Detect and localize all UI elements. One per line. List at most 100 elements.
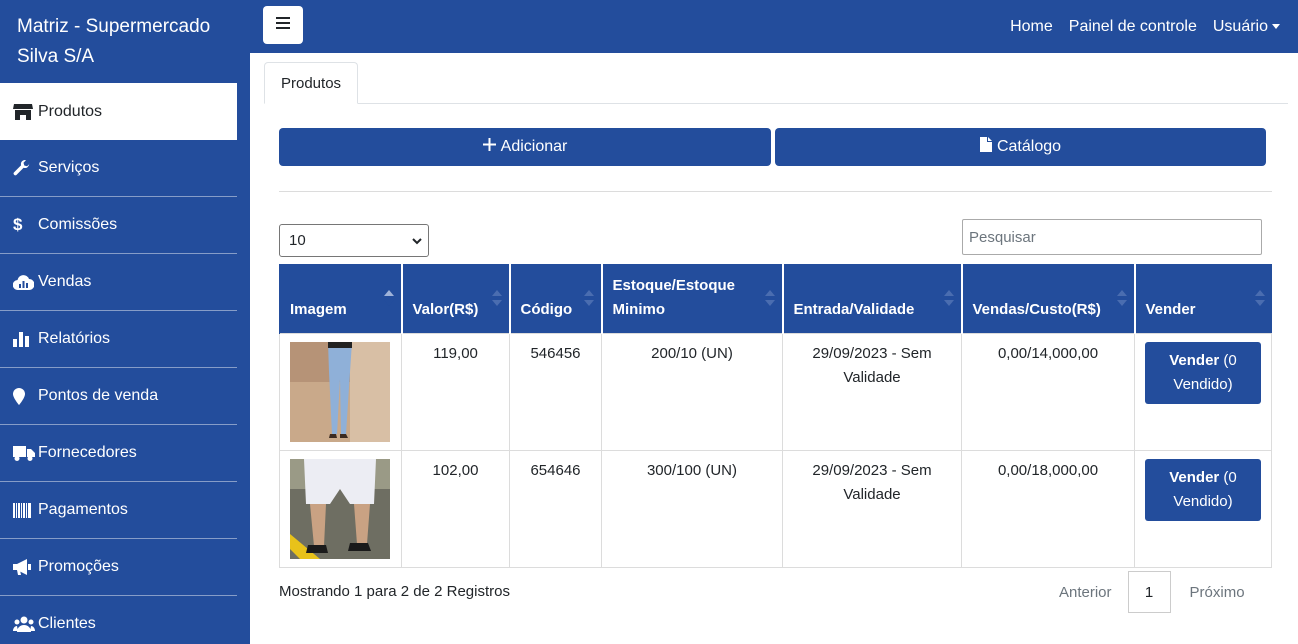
sidebar-item-comissoes[interactable]: $ Comissões [0,197,237,254]
records-info: Mostrando 1 para 2 de 2 Registros [279,583,510,600]
sidebar-item-pontos-de-venda[interactable]: Pontos de venda [0,368,237,425]
sidebar-item-vendas[interactable]: Vendas [0,254,237,311]
sidebar-nav: Produtos Serviços $ Comissões Vendas Rel… [0,83,237,644]
page-size-select[interactable]: 10 [279,224,429,257]
catalog-button[interactable]: Catálogo [775,128,1266,166]
tab-produtos[interactable]: Produtos [264,62,359,104]
column-header-entry[interactable]: Entrada/Validade [781,264,962,333]
cell-value: 119,00 [401,332,510,451]
sidebar-item-relatorios[interactable]: Relatórios [0,311,237,368]
cell-sell: Vender (0 Vendido) [1134,449,1272,568]
users-icon [13,615,35,633]
sidebar-item-label: Pontos de venda [38,387,159,404]
sort-icon [1254,290,1265,306]
sidebar: Matriz - Supermercado Silva S/A Produtos… [0,0,250,644]
next-page-button[interactable]: Próximo [1171,584,1261,601]
sidebar-item-promocoes[interactable]: Promoções [0,539,237,596]
column-header-image[interactable]: Imagem [279,264,402,333]
column-header-label: Vendas/Custo(R$) [972,300,1101,318]
previous-page-button[interactable]: Anterior [1043,584,1128,601]
megaphone-icon [13,558,35,576]
column-header-stock[interactable]: Estoque/Estoque Minimo [600,264,783,333]
column-header-label: Valor(R$) [412,300,479,318]
sell-button-label: Vender [1169,351,1220,369]
table-row: 119,00 546456 200/10 (UN) 29/09/2023 - S… [279,332,1272,451]
cell-sell: Vender (0 Vendido) [1134,332,1272,451]
column-header-label: Estoque/Estoque Minimo [612,276,736,318]
sort-icon [491,290,502,306]
column-header-label: Código [520,300,573,318]
products-table: Imagem Valor(R$) Código Estoque/Estoque … [279,264,1272,568]
cell-sales: 0,00/18,000,00 [961,449,1135,568]
sort-asc-icon [383,290,394,306]
sidebar-item-label: Pagamentos [38,501,128,518]
chevron-down-icon [412,232,422,249]
caret-down-icon [1272,23,1280,29]
catalog-button-label: Catálogo [996,138,1062,155]
cell-code: 546456 [509,332,602,451]
column-header-value[interactable]: Valor(R$) [400,264,510,333]
barcode-icon [13,501,35,519]
sidebar-item-label: Relatórios [38,330,111,347]
cell-stock: 300/100 (UN) [601,449,783,568]
cell-stock: 200/10 (UN) [601,332,783,451]
sidebar-item-label: Comissões [38,216,118,233]
map-marker-icon [13,387,35,405]
brand-title[interactable]: Matriz - Supermercado Silva S/A [17,12,237,72]
add-button[interactable]: Adicionar [279,128,771,166]
column-header-code[interactable]: Código [508,264,602,333]
search-input[interactable] [962,219,1262,255]
truck-icon [13,444,35,462]
add-button-label: Adicionar [500,138,568,155]
sort-icon [943,290,954,306]
top-links: Home Painel de controle Usuário [1010,0,1280,53]
user-dropdown[interactable]: Usuário [1213,18,1280,36]
cell-image [279,332,402,451]
top-navbar: Home Painel de controle Usuário [250,0,1298,53]
cell-entry: 29/09/2023 - Sem Validade [782,332,962,451]
sidebar-item-label: Serviços [38,159,100,176]
sell-button[interactable]: Vender (0 Vendido) [1145,341,1261,404]
sidebar-item-fornecedores[interactable]: Fornecedores [0,425,237,482]
column-header-label: Imagem [290,300,347,318]
column-header-sell[interactable]: Vender [1133,264,1272,333]
sell-button-label: Vender [1169,468,1220,486]
column-header-label: Entrada/Validade [793,300,915,318]
cell-entry: 29/09/2023 - Sem Validade [782,449,962,568]
pagination: Anterior 1 Próximo [1043,571,1261,613]
user-dropdown-label: Usuário [1212,17,1268,35]
sidebar-item-pagamentos[interactable]: Pagamentos [0,482,237,539]
product-image-jeans[interactable] [290,341,390,442]
sidebar-item-label: Promoções [38,558,119,575]
table-row: 102,00 654646 300/100 (UN) 29/09/2023 - … [279,449,1272,568]
store-icon [13,103,35,121]
cell-code: 654646 [509,449,602,568]
cloud-chart-icon [13,273,35,291]
page-1-button[interactable]: 1 [1127,571,1171,613]
menu-toggle-button[interactable] [263,6,303,44]
sort-icon [764,290,775,306]
home-link[interactable]: Home [1010,18,1053,36]
tab-bar: Produtos [264,62,1288,104]
sidebar-item-label: Produtos [38,102,103,120]
dashboard-link[interactable]: Painel de controle [1069,18,1197,36]
file-icon [979,137,992,157]
wrench-icon [13,159,35,177]
dollar-icon: $ [13,215,23,234]
sidebar-item-clientes[interactable]: Clientes [0,596,237,644]
sidebar-item-servicos[interactable]: Serviços [0,140,237,197]
plus-icon [482,138,496,156]
column-header-sales[interactable]: Vendas/Custo(R$) [960,264,1135,333]
sell-button[interactable]: Vender (0 Vendido) [1145,458,1261,521]
bar-chart-icon [13,330,35,348]
cell-sales: 0,00/14,000,00 [961,332,1135,451]
cell-image [279,449,402,568]
page-size-value: 10 [289,232,306,249]
sidebar-item-produtos[interactable]: Produtos [0,83,237,140]
sort-icon [1116,290,1127,306]
product-image-shorts[interactable] [290,458,390,559]
column-header-label: Vender [1145,300,1196,318]
hamburger-icon [276,16,290,34]
sidebar-item-label: Fornecedores [38,444,137,461]
table-header-row: Imagem Valor(R$) Código Estoque/Estoque … [279,264,1272,333]
